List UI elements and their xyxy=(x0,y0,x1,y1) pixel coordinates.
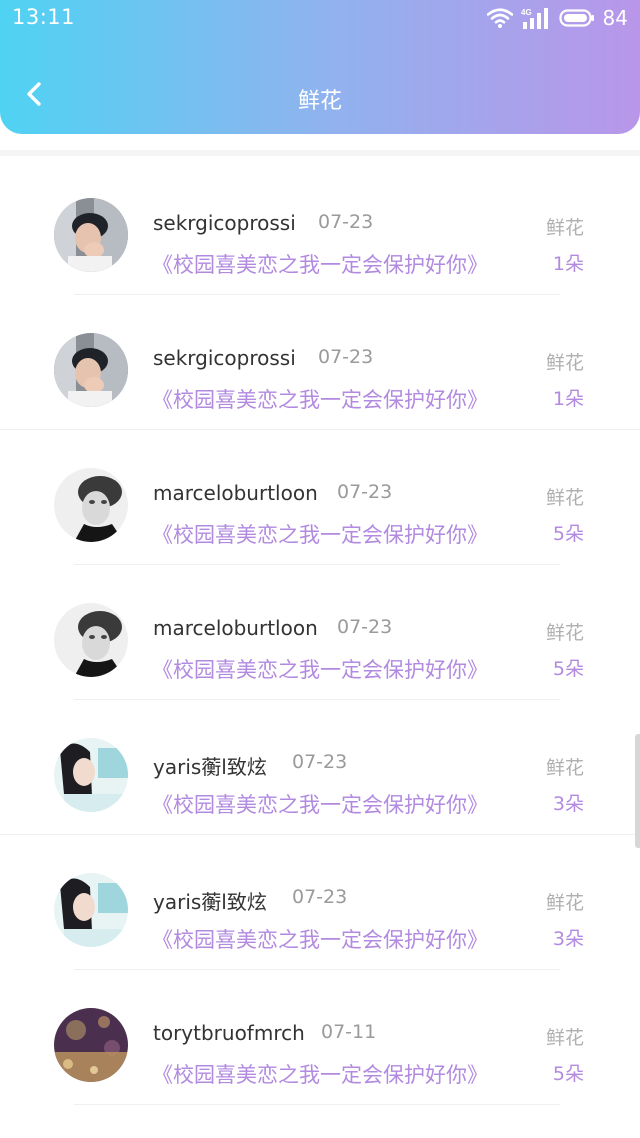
gift-type-label: 鲜花 xyxy=(545,487,584,509)
novel-title-link[interactable]: 《校园喜美恋之我一定会保护好你》 xyxy=(152,249,488,279)
battery-level: 84 xyxy=(602,6,628,30)
scrollbar[interactable] xyxy=(635,734,640,848)
wifi-icon xyxy=(486,8,513,28)
avatar-image xyxy=(54,603,128,677)
gift-count: 5朵 xyxy=(552,1063,584,1085)
status-time: 13:11 xyxy=(12,5,76,29)
send-date: 07-23 xyxy=(292,751,348,773)
avatar-image xyxy=(54,873,128,947)
send-date: 07-23 xyxy=(337,616,393,638)
gift-count: 5朵 xyxy=(552,523,584,545)
username[interactable]: yaris蘅l致炫 xyxy=(153,886,267,915)
row-divider xyxy=(74,1104,560,1105)
gift-count: 3朵 xyxy=(552,793,584,815)
send-date: 07-23 xyxy=(337,481,393,503)
avatar[interactable] xyxy=(54,468,128,542)
username[interactable]: sekrgicoprossi xyxy=(153,211,296,235)
gift-count: 1朵 xyxy=(552,388,584,410)
status-icons: 4G 84 xyxy=(486,5,628,31)
signal-icon: 4G xyxy=(521,8,548,29)
novel-title-link[interactable]: 《校园喜美恋之我一定会保护好你》 xyxy=(152,1059,488,1089)
avatar-image xyxy=(54,468,128,542)
avatar[interactable] xyxy=(54,873,128,947)
gift-record-row[interactable]: marceloburtloon 07-23 《校园喜美恋之我一定会保护好你》 鲜… xyxy=(0,565,640,700)
gift-record-row[interactable]: marceloburtloon 07-23 《校园喜美恋之我一定会保护好你》 鲜… xyxy=(0,430,640,565)
avatar-image xyxy=(54,333,128,407)
avatar-image xyxy=(54,1008,128,1082)
battery-icon xyxy=(558,9,594,27)
status-bar: 13:11 4G 84 xyxy=(0,0,640,36)
gift-record-row[interactable]: yaris蘅l致炫 07-23 《校园喜美恋之我一定会保护好你》 鲜花 3朵 xyxy=(0,835,640,970)
gift-record-row[interactable]: yaris蘅l致炫 07-23 《校园喜美恋之我一定会保护好你》 鲜花 3朵 xyxy=(0,700,640,835)
avatar[interactable] xyxy=(54,603,128,677)
username[interactable]: torytbruofmrch xyxy=(153,1021,305,1045)
gift-type-label: 鲜花 xyxy=(545,622,584,644)
gift-type-label: 鲜花 xyxy=(545,892,584,914)
avatar[interactable] xyxy=(54,738,128,812)
gift-count: 5朵 xyxy=(552,658,584,680)
nav-bar: 鲜花 xyxy=(0,60,640,132)
header: 13:11 4G 84 鲜花 xyxy=(0,0,640,134)
send-date: 07-23 xyxy=(318,211,374,233)
avatar[interactable] xyxy=(54,198,128,272)
avatar-image xyxy=(54,738,128,812)
novel-title-link[interactable]: 《校园喜美恋之我一定会保护好你》 xyxy=(152,654,488,684)
phone-screen: 13:11 4G 84 鲜花 sekrgicoprossi 07-23 《校园喜… xyxy=(0,0,640,1138)
novel-title-link[interactable]: 《校园喜美恋之我一定会保护好你》 xyxy=(152,384,488,414)
username[interactable]: marceloburtloon xyxy=(153,616,318,640)
gift-type-label: 鲜花 xyxy=(545,757,584,779)
novel-title-link[interactable]: 《校园喜美恋之我一定会保护好你》 xyxy=(152,924,488,954)
avatar[interactable] xyxy=(54,333,128,407)
gift-type-label: 鲜花 xyxy=(545,1027,584,1049)
gift-record-row[interactable]: sekrgicoprossi 07-23 《校园喜美恋之我一定会保护好你》 鲜花… xyxy=(0,156,640,295)
send-date: 07-23 xyxy=(292,886,348,908)
gift-count: 1朵 xyxy=(552,253,584,275)
novel-title-link[interactable]: 《校园喜美恋之我一定会保护好你》 xyxy=(152,519,488,549)
gift-type-label: 鲜花 xyxy=(545,217,584,239)
avatar[interactable] xyxy=(54,1008,128,1082)
send-date: 07-11 xyxy=(321,1021,377,1043)
gift-type-label: 鲜花 xyxy=(545,352,584,374)
username[interactable]: yaris蘅l致炫 xyxy=(153,751,267,780)
gift-record-row[interactable]: sekrgicoprossi 07-23 《校园喜美恋之我一定会保护好你》 鲜花… xyxy=(0,295,640,430)
gift-record-row[interactable]: torytbruofmrch 07-11 《校园喜美恋之我一定会保护好你》 鲜花… xyxy=(0,970,640,1105)
username[interactable]: sekrgicoprossi xyxy=(153,346,296,370)
gift-record-list: sekrgicoprossi 07-23 《校园喜美恋之我一定会保护好你》 鲜花… xyxy=(0,150,640,1105)
network-type-label: 4G xyxy=(521,8,532,17)
username[interactable]: marceloburtloon xyxy=(153,481,318,505)
send-date: 07-23 xyxy=(318,346,374,368)
page-title: 鲜花 xyxy=(297,89,342,114)
avatar-image xyxy=(54,198,128,272)
novel-title-link[interactable]: 《校园喜美恋之我一定会保护好你》 xyxy=(152,789,488,819)
gift-count: 3朵 xyxy=(552,928,584,950)
